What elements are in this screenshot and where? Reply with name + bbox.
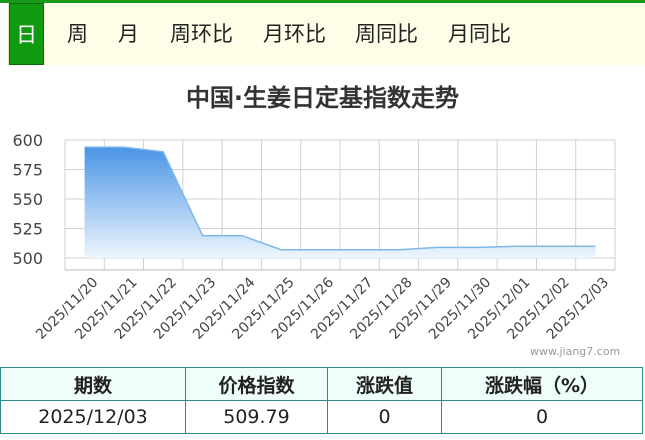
y-tick-label: 525 (12, 220, 43, 239)
header-period: 期数 (0, 367, 186, 401)
watermark: www.jiang7.com (530, 345, 621, 358)
cell-price-index: 509.79 (185, 400, 328, 434)
summary-header-row: 期数 价格指数 涨跌值 涨跌幅（%） (0, 367, 643, 401)
cell-change-percent: 0 (441, 400, 643, 434)
header-change-percent: 涨跌幅（%） (441, 367, 643, 401)
cell-period: 2025/12/03 (0, 400, 186, 434)
header-change-value: 涨跌值 (327, 367, 442, 401)
summary-table: 期数 价格指数 涨跌值 涨跌幅（%） 2025/12/03 509.79 0 0 (0, 367, 643, 434)
y-tick-label: 550 (12, 190, 43, 209)
y-tick-label: 500 (12, 249, 43, 268)
y-axis-ticks: 500 525 550 575 600 (12, 131, 43, 268)
header-price-index: 价格指数 (185, 367, 328, 401)
table-row: 2025/12/03 509.79 0 0 (0, 400, 643, 434)
y-tick-label: 575 (12, 161, 43, 180)
x-axis-ticks: 2025/11/202025/11/212025/11/222025/11/23… (33, 274, 612, 342)
y-tick-label: 600 (12, 131, 43, 150)
cell-change-value: 0 (327, 400, 442, 434)
index-area-chart: 500 525 550 575 600 2025/11/202025/11/212025… (12, 131, 616, 343)
